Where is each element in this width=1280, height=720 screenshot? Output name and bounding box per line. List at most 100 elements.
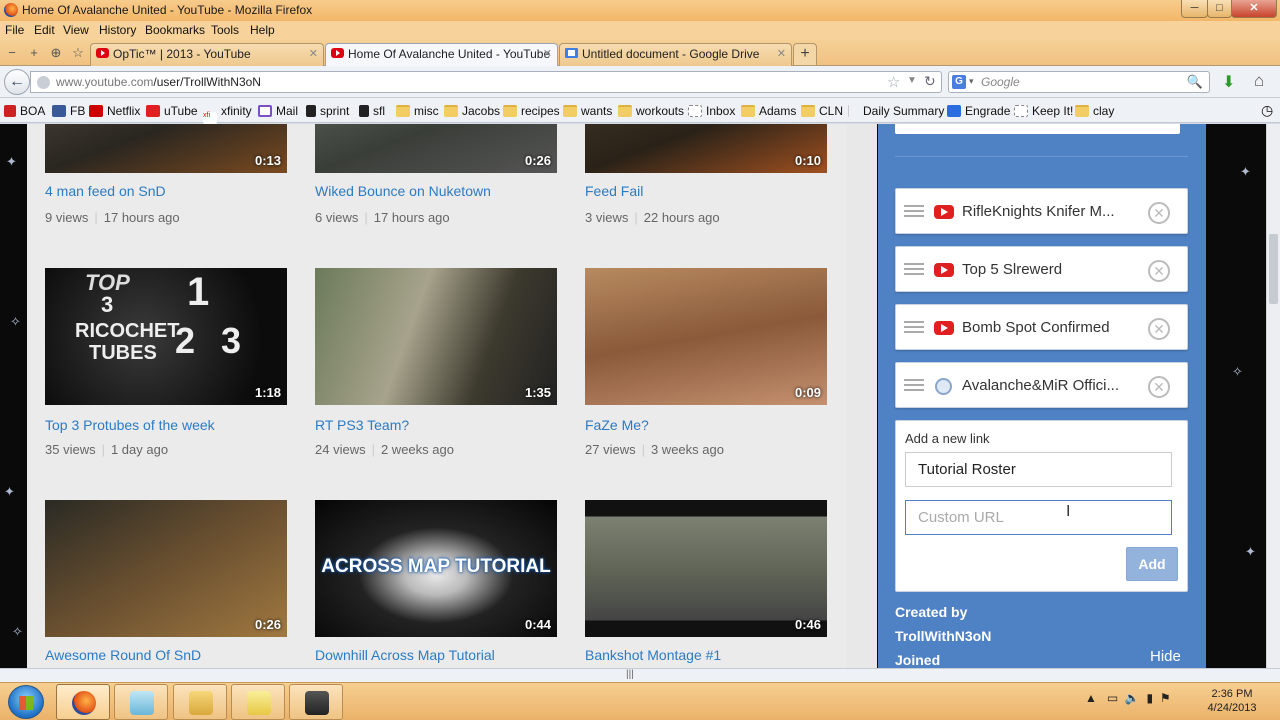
volume-icon[interactable]: 🔈 bbox=[1125, 691, 1140, 705]
video-thumbnail[interactable]: TOP 3 1 RICOCHET TUBES 2 3 1:18 bbox=[45, 268, 287, 405]
bookmark-folder-wants[interactable]: wants bbox=[563, 104, 612, 118]
menu-history[interactable]: History bbox=[99, 23, 136, 37]
taskbar-firefox[interactable] bbox=[56, 684, 110, 720]
bookmark-folder-adams[interactable]: Adams bbox=[741, 104, 796, 118]
drag-handle-icon[interactable] bbox=[904, 379, 924, 391]
video-thumbnail[interactable]: 0:13 bbox=[45, 124, 287, 173]
address-bar[interactable]: www.youtube.com/user/TrollWithN3oN ☆ ▼ ↻ bbox=[30, 71, 942, 93]
link-title-input[interactable] bbox=[905, 452, 1172, 487]
engine-dropdown-icon[interactable]: ▾ bbox=[969, 76, 974, 87]
video-thumbnail[interactable]: 0:26 bbox=[45, 500, 287, 637]
menu-file[interactable]: File bbox=[5, 23, 24, 37]
video-item[interactable]: 0:13 4 man feed on SnD 9 views | 17 hours … bbox=[45, 124, 287, 225]
taskbar-explorer[interactable] bbox=[173, 684, 227, 720]
video-item[interactable]: 0:46 Bankshot Montage #1 bbox=[585, 500, 827, 663]
taskbar-app[interactable] bbox=[231, 684, 285, 720]
menu-tools[interactable]: Tools bbox=[211, 23, 239, 37]
video-title[interactable]: Awesome Round Of SnD bbox=[45, 647, 201, 663]
video-title[interactable]: Wiked Bounce on Nuketown bbox=[315, 183, 491, 199]
video-thumbnail[interactable]: ACROSS MAP TUTORIAL 0:44 bbox=[315, 500, 557, 637]
power-icon[interactable]: ▭ bbox=[1107, 691, 1118, 705]
video-title[interactable]: Feed Fail bbox=[585, 183, 643, 199]
site-identity-icon[interactable] bbox=[37, 76, 50, 89]
video-thumbnail[interactable]: 1:35 bbox=[315, 268, 557, 405]
featured-link-card[interactable]: Bomb Spot Confirmed ✕ bbox=[895, 304, 1188, 350]
custom-url-input[interactable] bbox=[905, 500, 1172, 535]
menu-bookmarks[interactable]: Bookmarks bbox=[145, 23, 205, 37]
close-tab-icon[interactable]: ✕ bbox=[543, 44, 552, 64]
video-item[interactable]: 1:35 RT PS3 Team? 24 views | 2 weeks ago bbox=[315, 268, 557, 457]
bookmark-star-icon[interactable]: ☆ bbox=[887, 73, 900, 91]
menu-edit[interactable]: Edit bbox=[34, 23, 55, 37]
video-item[interactable]: 0:26 Wiked Bounce on Nuketown 6 views | 17… bbox=[315, 124, 557, 225]
close-tab-icon[interactable]: ✕ bbox=[309, 44, 318, 64]
bookmark-folder-misc[interactable]: misc bbox=[396, 104, 439, 118]
reload-icon[interactable]: ↻ bbox=[924, 73, 936, 90]
tab-home-of-avalanche[interactable]: Home Of Avalanche United - YouTube ✕ bbox=[325, 43, 558, 67]
bookmark-mail[interactable]: Mail bbox=[258, 104, 298, 118]
menu-view[interactable]: View bbox=[63, 23, 89, 37]
video-title[interactable]: FaZe Me? bbox=[585, 417, 649, 433]
move-icon[interactable]: ⊕ bbox=[47, 44, 65, 62]
bookmark-keep-it[interactable]: Keep It! bbox=[1014, 104, 1073, 118]
drag-handle-icon[interactable] bbox=[904, 321, 924, 333]
bookmark-utube[interactable]: uTube bbox=[146, 104, 198, 118]
maximize-button[interactable]: □ bbox=[1207, 0, 1232, 18]
featured-link-card[interactable]: Top 5 Slrewerd ✕ bbox=[895, 246, 1188, 292]
menu-help[interactable]: Help bbox=[250, 23, 275, 37]
video-item[interactable]: TOP 3 1 RICOCHET TUBES 2 3 1:18 Top 3 Pr… bbox=[45, 268, 287, 457]
search-icon[interactable]: 🔍 bbox=[1187, 74, 1203, 90]
drag-handle-icon[interactable] bbox=[904, 263, 924, 275]
new-tab-button[interactable]: + bbox=[793, 43, 817, 65]
url-text[interactable]: www.youtube.com/user/TrollWithN3oN bbox=[56, 75, 261, 89]
bookmark-inbox[interactable]: Inbox bbox=[688, 104, 735, 118]
video-thumbnail[interactable]: 0:10 bbox=[585, 124, 827, 173]
bookmark-folder-workouts[interactable]: workouts bbox=[618, 104, 684, 118]
bookmark-folder-clay[interactable]: clay bbox=[1075, 104, 1114, 118]
close-tab-icon[interactable]: ✕ bbox=[777, 44, 786, 64]
video-title[interactable]: Downhill Across Map Tutorial bbox=[315, 647, 495, 663]
minus-icon[interactable]: − bbox=[3, 44, 21, 62]
vertical-scrollbar[interactable] bbox=[1266, 124, 1280, 684]
bookmark-sprint[interactable]: sprint bbox=[306, 104, 349, 118]
home-icon[interactable]: ⌂ bbox=[1254, 71, 1264, 91]
featured-link-card[interactable]: RifleKnights Knifer M... ✕ bbox=[895, 188, 1188, 234]
bookmark-folder-jacobs[interactable]: Jacobs bbox=[444, 104, 500, 118]
bookmark-folder-recipes[interactable]: recipes bbox=[503, 104, 560, 118]
video-thumbnail[interactable]: 0:26 bbox=[315, 124, 557, 173]
video-thumbnail[interactable]: 0:09 bbox=[585, 268, 827, 405]
bookmark-sfl[interactable]: sfl bbox=[359, 104, 385, 118]
video-item[interactable]: 0:09 FaZe Me? 27 views | 3 weeks ago bbox=[585, 268, 827, 457]
video-thumbnail[interactable]: 0:46 bbox=[585, 500, 827, 637]
bookmark-xfinity[interactable]: xfi xfinity bbox=[203, 104, 252, 124]
show-hidden-icons-icon[interactable]: ▲ bbox=[1085, 691, 1097, 705]
creator-name[interactable]: TrollWithN3oN bbox=[895, 624, 991, 648]
history-clock-icon[interactable]: ◷ bbox=[1261, 102, 1273, 119]
bookmark-daily-summary[interactable]: Daily Summary bbox=[848, 104, 944, 118]
scrollbar-thumb[interactable] bbox=[1269, 234, 1278, 304]
resize-grip-icon[interactable]: ||| bbox=[626, 669, 634, 680]
remove-icon[interactable]: ✕ bbox=[1148, 376, 1170, 398]
back-button[interactable]: ← bbox=[4, 69, 30, 95]
remove-icon[interactable]: ✕ bbox=[1148, 260, 1170, 282]
bookmark-engrade[interactable]: Engrade bbox=[947, 104, 1010, 118]
action-center-icon[interactable]: ⚑ bbox=[1160, 691, 1171, 705]
firefox-icon[interactable] bbox=[4, 3, 18, 17]
bookmark-folder-cln[interactable]: CLN bbox=[801, 104, 843, 118]
video-item[interactable]: ACROSS MAP TUTORIAL 0:44 Downhill Across… bbox=[315, 500, 557, 663]
remove-icon[interactable]: ✕ bbox=[1148, 318, 1170, 340]
bookmark-star-icon[interactable]: ☆ bbox=[69, 44, 87, 62]
history-dropdown-icon[interactable]: ▼ bbox=[907, 75, 917, 86]
clock[interactable]: 2:36 PM 4/24/2013 bbox=[1200, 687, 1264, 715]
hide-link[interactable]: Hide bbox=[1150, 648, 1181, 665]
download-icon[interactable]: ⬇ bbox=[1222, 72, 1235, 92]
network-icon[interactable]: ▮ bbox=[1147, 691, 1154, 705]
video-title[interactable]: Bankshot Montage #1 bbox=[585, 647, 721, 663]
video-title[interactable]: 4 man feed on SnD bbox=[45, 183, 166, 199]
close-window-button[interactable]: ✕ bbox=[1231, 0, 1277, 18]
drag-handle-icon[interactable] bbox=[904, 205, 924, 217]
tab-google-drive[interactable]: Untitled document - Google Drive ✕ bbox=[559, 43, 792, 66]
add-link-button[interactable]: Add bbox=[1126, 547, 1178, 581]
minimize-button[interactable]: ─ bbox=[1181, 0, 1208, 18]
google-icon[interactable]: G bbox=[952, 75, 966, 89]
